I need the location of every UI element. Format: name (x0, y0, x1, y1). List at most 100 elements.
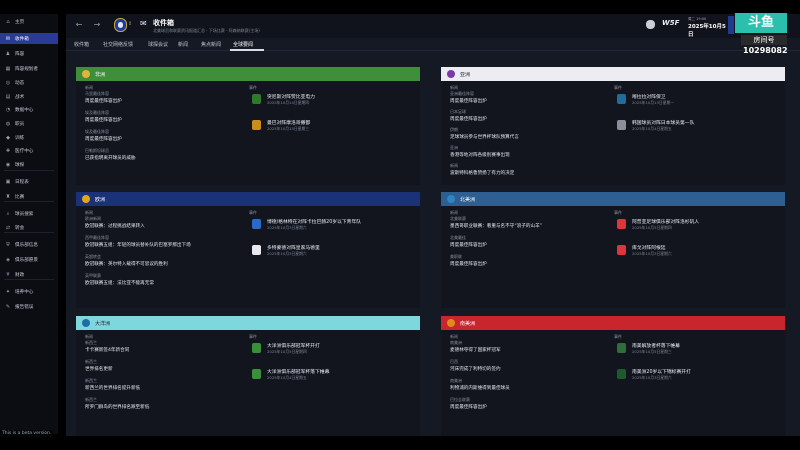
sidebar-item-label: 阵容规划者 (15, 66, 38, 72)
sidebar-item-squad-planner[interactable]: ▦ 阵容规划者 (0, 63, 58, 74)
sidebar-item-data-hub[interactable]: ◔ 数据中心 (0, 104, 58, 115)
competition-logo-icon (617, 245, 626, 255)
news-item[interactable]: 马里最佳阵容 周度最佳阵容出炉 (85, 91, 245, 104)
event-item[interactable]: 南美解放者杯落下帷幕 2025年10月5日星期三 (617, 342, 767, 356)
sidebar-item-scouting[interactable]: ◉ 球探 (0, 159, 58, 170)
page-subtitle: 北美球员和联赛资讯报道汇总 · 下场比赛 · 阿森纳联赛(主场) (153, 28, 260, 33)
news-item[interactable]: 新西兰 卡卡赛新签4年新合同 (85, 340, 245, 353)
event-title: 南美洲20岁以下锦标赛开打 (632, 370, 691, 375)
events-column-header: 事件 (249, 334, 257, 339)
event-item[interactable]: 大洋洲俱乐部冠军杯落下帷幕 2025年10月4日星期五 (252, 368, 402, 382)
sidebar-item-label: 财政 (15, 272, 25, 278)
page-title: 收件箱 (153, 19, 174, 27)
sidebar-item-tactics[interactable]: ▤ 战术 (0, 91, 58, 102)
competition-logo-icon (252, 245, 261, 255)
event-item[interactable]: 喀拉拉对阵保卫 2025年10月13日星期一 (617, 93, 767, 107)
region-header[interactable]: 大洋洲 (76, 316, 420, 330)
tab-5[interactable]: 全球要闻 (233, 41, 253, 48)
sidebar-item-medical[interactable]: ✚ 医疗中心 (0, 145, 58, 156)
news-item[interactable]: 南美洲 麦德林夺得了国家杯冠军 (450, 340, 610, 353)
event-item[interactable]: 突尼斯对阵赞比亚电力 2025年10月14日星期四 (252, 93, 402, 107)
event-item[interactable]: 博德/格林特在对阵卡拉巴赫20岁以下青年队 2025年10月3日星期六 (252, 218, 402, 232)
event-item[interactable]: 多特蒙德对阵皇家马德里 2025年10月3日星期六 (252, 244, 402, 258)
region-header[interactable]: 南美洲 (441, 316, 785, 330)
news-item[interactable]: 西甲最佳阵容 欧冠联赛五组：年轻的球员替补队的巴塞罗那出下场 (85, 235, 245, 248)
event-item[interactable]: 南美洲20岁以下锦标赛开打 2025年10月3日星期六 (617, 368, 767, 382)
event-title: 南美解放者杯落下帷幕 (632, 344, 680, 349)
news-item[interactable]: 美职联 周度最佳阵容出炉 (450, 254, 610, 267)
manager-avatar-icon[interactable] (646, 20, 655, 29)
news-item[interactable]: 埃及最佳阵容 周度最佳阵容出炉 (85, 129, 245, 142)
game-date[interactable]: 周二 19:00 2025年10月5日 (688, 17, 728, 38)
sidebar-item-club-info[interactable]: ⛨ 俱乐部信息 (0, 239, 58, 250)
home-icon: ⌂ (6, 18, 10, 25)
event-item[interactable]: 阿普亚足球俱乐部对阵洛杉矶人 2025年10月5日星期四 (617, 218, 767, 232)
news-item[interactable]: 北美联赛 墨西哥职业联赛：看重与名不守“浪子的山羊” (450, 216, 610, 229)
sidebar-item-dynamics[interactable]: ◎ 动态 (0, 77, 58, 88)
tab-3[interactable]: 新闻 (178, 41, 188, 48)
news-item[interactable]: 英超转会 欧冠联赛：英尔特入载得不可思议的胜利 (85, 254, 245, 267)
news-headline: 香港等地对阵各级别赛事出现 (450, 153, 510, 158)
sidebar-item-inbox[interactable]: ✉ 收件箱 (0, 33, 58, 44)
news-item[interactable]: 南美洲 利物浦的内斯维得到最佳球员 (450, 378, 610, 391)
news-item[interactable]: 新西兰 所罗门群岛的世界排名跌至新低 (85, 397, 245, 410)
news-item[interactable]: 新闻 波斯特科格鲁赞扬了有力的决定 (450, 163, 610, 176)
back-arrow-icon[interactable]: ← (74, 20, 84, 30)
news-category: 英甲联赛 (85, 273, 101, 278)
sidebar-item-label: 战术 (15, 94, 25, 100)
sidebar-item-schedule[interactable]: ▣ 日程表 (0, 176, 58, 187)
sidebar-item-training[interactable]: ◆ 训练 (0, 132, 58, 143)
region-header[interactable]: 欧洲 (76, 192, 420, 206)
event-title: 曼巴对阵摩洛哥撒都 (267, 121, 311, 126)
news-item[interactable]: 欧洲新闻 欧冠联赛：过程挑战结果转入 (85, 216, 245, 229)
news-headline: 所罗门群岛的世界排名跌至新低 (85, 405, 150, 410)
sidebar-item-label: 俱乐部信息 (15, 242, 38, 248)
news-headline: 周度最佳阵容出炉 (450, 117, 487, 122)
sidebar-item-dev-centre[interactable]: ✦ 培养中心 (0, 286, 58, 297)
club-badge-icon[interactable] (114, 18, 127, 32)
news-item[interactable]: 巴拉圭联赛 周度最佳阵容出炉 (450, 397, 610, 410)
news-item[interactable]: 北美最佳 周度最佳阵容出炉 (450, 235, 610, 248)
news-item[interactable]: 亚洲 香港等地对阵各级别赛事出现 (450, 145, 610, 158)
event-title: 博德/格林特在对阵卡拉巴赫20岁以下青年队 (267, 220, 362, 225)
region-header[interactable]: 亚洲 (441, 67, 785, 81)
tab-1[interactable]: 社交网络反馈 (103, 41, 133, 48)
news-item[interactable]: 日本足球 周度最佳阵容出炉 (450, 109, 610, 122)
region-header[interactable]: 北美洲 (441, 192, 785, 206)
news-category: 新西兰 (85, 340, 97, 345)
tab-4[interactable]: 焦点新闻 (201, 41, 221, 48)
news-item[interactable]: 新西兰 新西兰的世界排名提升新低 (85, 378, 245, 391)
news-item[interactable]: 巴西 河床完成了利特切的签约 (450, 359, 610, 372)
sidebar-item-finances[interactable]: ¥ 财政 (0, 269, 58, 280)
news-item[interactable]: 英甲联赛 欧冠联赛五组：法比亚不能再无常 (85, 273, 245, 286)
news-category: 巴勒斯坦球员 (85, 148, 109, 153)
sidebar-item-player-search[interactable]: ⌕ 球员搜索 (0, 208, 58, 219)
sidebar-item-transfers[interactable]: ⇄ 转会 (0, 222, 58, 233)
sidebar-item-home[interactable]: ⌂ 主页 (0, 16, 58, 27)
sidebar-item-staff[interactable]: ◍ 职员 (0, 118, 58, 129)
sidebar-item-competitions[interactable]: ♜ 比赛 (0, 191, 58, 202)
sidebar-item-label: 比赛 (15, 194, 25, 200)
news-item[interactable]: 新西兰 世界排名更新 (85, 359, 245, 372)
competition-logo-icon (252, 120, 261, 130)
event-item[interactable]: 大洋洲俱乐部冠军杯开打 2025年10月5日星期四 (252, 342, 402, 356)
news-item[interactable]: 巴勒斯坦球员 已获指明离开球员的威胁 (85, 148, 245, 161)
region-name: 南美洲 (460, 320, 476, 327)
news-item[interactable]: 埃及最佳阵容 周度最佳阵容出炉 (85, 110, 245, 123)
region-header[interactable]: 非洲 (76, 67, 420, 81)
news-category: 巴拉圭联赛 (450, 397, 470, 402)
sidebar-item-report[interactable]: ✎ 报告错误 (0, 301, 58, 312)
sidebar-item-club-vision[interactable]: ◈ 俱乐部愿景 (0, 254, 58, 265)
sidebar-item-squad[interactable]: ♟ 阵容 (0, 48, 58, 59)
chevron-updown-icon[interactable]: ⇕ (128, 21, 132, 27)
event-item[interactable]: 韩国球员对阵日本球员第一队 2025年10月4日星期五 (617, 119, 767, 133)
event-item[interactable]: 库戈对阵阿根廷 2025年10月3日星期六 (617, 244, 767, 258)
event-date: 2025年10月14日星期四 (267, 100, 310, 105)
tab-2[interactable]: 球探会议 (148, 41, 168, 48)
event-item[interactable]: 曼巴对阵摩洛哥撒都 2025年10月15日星期三 (252, 119, 402, 133)
news-item[interactable]: 亚洲最佳阵容 周度最佳阵容出炉 (450, 91, 610, 104)
forward-arrow-icon[interactable]: → (92, 20, 102, 30)
sidebar-separator (4, 170, 54, 171)
tab-0[interactable]: 收件箱 (74, 41, 89, 48)
news-item[interactable]: 伊朗 足球球员参与世界杯球队预算代言 (450, 127, 610, 140)
